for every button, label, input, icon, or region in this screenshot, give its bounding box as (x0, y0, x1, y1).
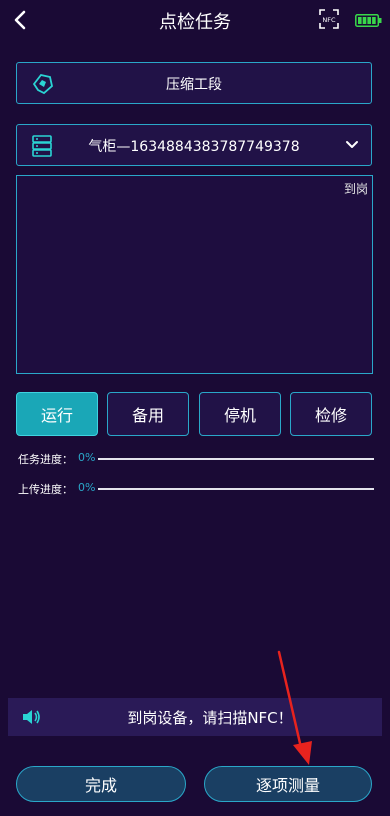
upload-progress-label: 上传进度： (18, 483, 73, 496)
nfc-notice-bar: 到岗设备，请扫描NFC！ (8, 698, 382, 736)
device-view-area: 到岗 (16, 175, 373, 374)
nfc-icon-label: NFC (322, 16, 336, 24)
section-label: 压缩工段 (166, 77, 222, 93)
status-button-stopped[interactable]: 停机 (199, 392, 281, 436)
device-selector[interactable]: 气柜—1634884383787749378 (16, 124, 372, 166)
task-progress-track (98, 458, 374, 460)
section-selector[interactable]: 压缩工段 (16, 62, 372, 104)
status-button-running[interactable]: 运行 (16, 392, 98, 436)
finish-button[interactable]: 完成 (16, 766, 186, 802)
section-logo-icon (32, 73, 53, 95)
status-button-standby[interactable]: 备用 (107, 392, 189, 436)
measure-item-button[interactable]: 逐项测量 (204, 766, 372, 802)
upload-progress-value: 0% (78, 481, 96, 494)
upload-progress-track (98, 488, 374, 490)
status-button-maintenance[interactable]: 检修 (290, 392, 372, 436)
nfc-scan-button[interactable]: NFC (318, 8, 340, 30)
top-bar: 点检任务 NFC (0, 0, 390, 44)
nfc-icon: NFC (319, 9, 339, 29)
battery-icon (355, 12, 382, 27)
device-label: 气柜—1634884383787749378 (88, 139, 300, 155)
arrival-tag: 到岗 (343, 182, 368, 196)
server-rack-icon (32, 135, 52, 157)
task-progress-value: 0% (78, 451, 96, 464)
upload-progress: 上传进度： 0% (18, 481, 374, 497)
notice-text: 到岗设备，请扫描NFC！ (127, 709, 293, 727)
speaker-icon (23, 710, 40, 724)
task-progress: 任务进度： 0% (18, 451, 374, 467)
task-progress-label: 任务进度： (18, 453, 73, 466)
chevron-down-icon (346, 141, 358, 148)
